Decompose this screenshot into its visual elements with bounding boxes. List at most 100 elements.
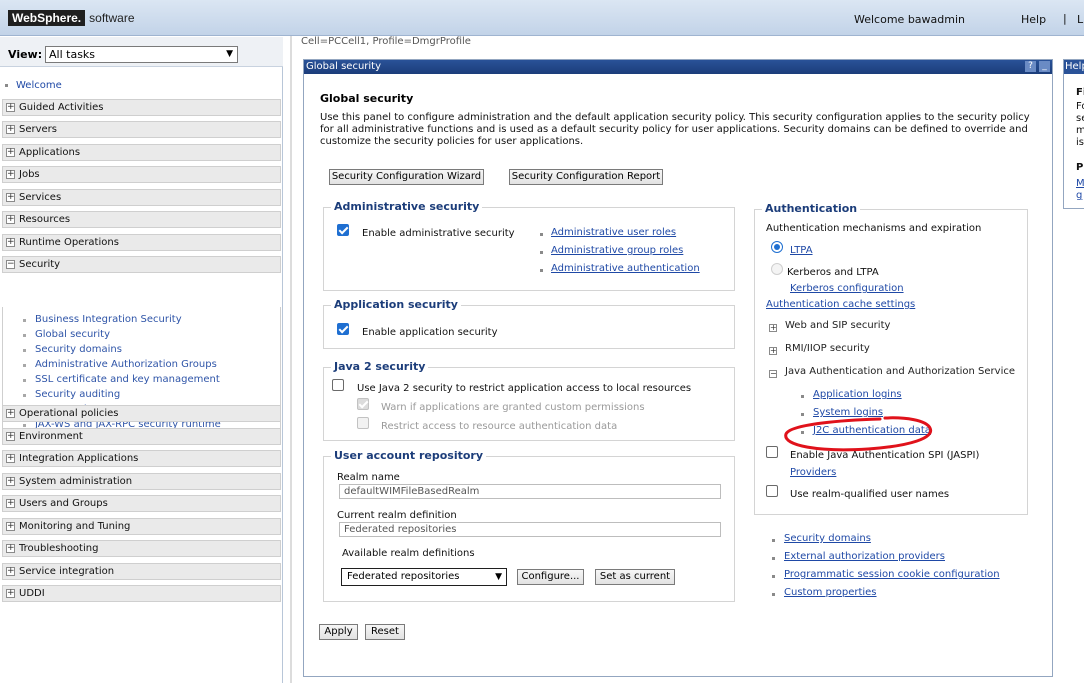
- expand-icon[interactable]: +: [6, 499, 15, 508]
- enable-jaspi-checkbox[interactable]: [766, 446, 778, 458]
- expand-icon[interactable]: +: [6, 215, 15, 224]
- bullet-icon: [772, 557, 775, 560]
- nav-category-runtime-operations[interactable]: + Runtime Operations: [2, 234, 281, 251]
- breadcrumb: Cell=PCCell1, Profile=DmgrProfile: [301, 36, 471, 47]
- custom-properties-link[interactable]: Custom properties: [784, 587, 877, 598]
- java2-security-legend: Java 2 security: [331, 360, 429, 373]
- navigation-tree: View: All tasks ▼ Welcome Business Integ…: [0, 37, 283, 683]
- expand-icon[interactable]: +: [769, 347, 777, 355]
- minimize-icon[interactable]: _: [1039, 61, 1050, 72]
- security-nav-item[interactable]: Global security: [35, 329, 110, 340]
- nav-category-guided-activities[interactable]: + Guided Activities: [2, 99, 281, 116]
- kerberos-configuration-link[interactable]: Kerberos configuration: [790, 283, 904, 294]
- system-logins-link[interactable]: System logins: [813, 407, 883, 418]
- help-panel: Help Fi Fo se m is P M g: [1063, 59, 1084, 209]
- security-nav-item[interactable]: Business Integration Security: [35, 314, 182, 325]
- nav-category-service-integration[interactable]: + Service integration: [2, 563, 281, 580]
- nav-category-servers[interactable]: + Servers: [2, 121, 281, 138]
- expand-icon[interactable]: +: [6, 589, 15, 598]
- expand-icon[interactable]: +: [6, 125, 15, 134]
- security-configuration-wizard-button[interactable]: Security Configuration Wizard: [329, 169, 484, 185]
- kerberos-ltpa-radio[interactable]: [771, 263, 783, 275]
- providers-link[interactable]: Providers: [790, 467, 836, 478]
- expand-icon[interactable]: +: [6, 522, 15, 531]
- available-realm-select[interactable]: Federated repositories ▼: [341, 568, 507, 586]
- chevron-down-icon: ▼: [495, 572, 502, 582]
- j2c-authentication-data-link[interactable]: J2C authentication data: [813, 425, 931, 436]
- nav-category-monitoring-and-tuning[interactable]: + Monitoring and Tuning: [2, 518, 281, 535]
- expand-icon[interactable]: +: [6, 477, 15, 486]
- nav-category-label: Runtime Operations: [19, 237, 119, 248]
- help-link-2[interactable]: g: [1076, 190, 1082, 201]
- nav-category-users-and-groups[interactable]: + Users and Groups: [2, 495, 281, 512]
- nav-category-uddi[interactable]: + UDDI: [2, 585, 281, 602]
- security-configuration-report-button[interactable]: Security Configuration Report: [509, 169, 663, 185]
- enable-app-security-checkbox[interactable]: [337, 323, 349, 335]
- admin-user-roles-link[interactable]: Administrative user roles: [551, 227, 676, 238]
- nav-category-applications[interactable]: + Applications: [2, 144, 281, 161]
- warn-custom-permissions-label: Warn if applications are granted custom …: [381, 402, 645, 413]
- application-logins-link[interactable]: Application logins: [813, 389, 902, 400]
- nav-category-label: Operational policies: [19, 408, 119, 419]
- expand-icon[interactable]: +: [6, 409, 15, 418]
- nav-category-integration-applications[interactable]: + Integration Applications: [2, 450, 281, 467]
- ltpa-radio[interactable]: [771, 241, 783, 253]
- page-title: Global security: [320, 92, 414, 105]
- expand-icon[interactable]: +: [6, 103, 15, 112]
- nav-category-jobs[interactable]: + Jobs: [2, 166, 281, 183]
- security-nav-item[interactable]: Security auditing: [35, 389, 120, 400]
- expand-icon[interactable]: +: [6, 567, 15, 576]
- available-realm-definitions-label: Available realm definitions: [342, 548, 475, 559]
- apply-button[interactable]: Apply: [319, 624, 358, 640]
- java2-security-checkbox[interactable]: [332, 379, 344, 391]
- jaas-item[interactable]: Java Authentication and Authorization Se…: [785, 366, 1015, 377]
- help-body-3: m: [1076, 125, 1084, 136]
- external-authorization-providers-link[interactable]: External authorization providers: [784, 551, 945, 562]
- security-domains-link[interactable]: Security domains: [784, 533, 871, 544]
- help-link[interactable]: Help: [1021, 13, 1046, 26]
- admin-group-roles-link[interactable]: Administrative group roles: [551, 245, 683, 256]
- nav-category-resources[interactable]: + Resources: [2, 211, 281, 228]
- expand-icon[interactable]: +: [6, 544, 15, 553]
- security-nav-item[interactable]: Administrative Authorization Groups: [35, 359, 217, 370]
- rmi-iiop-security-item[interactable]: RMI/IIOP security: [785, 343, 870, 354]
- nav-category-environment[interactable]: + Environment: [2, 428, 281, 445]
- expand-icon[interactable]: +: [6, 454, 15, 463]
- nav-category-system-administration[interactable]: + System administration: [2, 473, 281, 490]
- reset-button[interactable]: Reset: [365, 624, 405, 640]
- view-select[interactable]: All tasks ▼: [45, 46, 238, 63]
- logout-link[interactable]: L: [1077, 13, 1083, 26]
- web-sip-security-item[interactable]: Web and SIP security: [785, 320, 890, 331]
- set-as-current-button[interactable]: Set as current: [595, 569, 675, 585]
- expand-icon[interactable]: +: [6, 170, 15, 179]
- enable-admin-security-checkbox[interactable]: [337, 224, 349, 236]
- nav-category-troubleshooting[interactable]: + Troubleshooting: [2, 540, 281, 557]
- expand-icon[interactable]: +: [769, 324, 777, 332]
- nav-category-label: Integration Applications: [19, 453, 139, 464]
- session-cookie-configuration-link[interactable]: Programmatic session cookie configuratio…: [784, 569, 1000, 580]
- bullet-icon: [772, 575, 775, 578]
- ltpa-link[interactable]: LTPA: [790, 245, 813, 256]
- security-nav-item[interactable]: Security domains: [35, 344, 122, 355]
- nav-category-security[interactable]: − Security: [2, 256, 281, 273]
- security-nav-item[interactable]: SSL certificate and key management: [35, 374, 220, 385]
- admin-authentication-link[interactable]: Administrative authentication: [551, 263, 700, 274]
- help-link-1[interactable]: M: [1076, 178, 1084, 189]
- nav-category-label: Service integration: [19, 566, 115, 577]
- configure-button[interactable]: Configure...: [517, 569, 584, 585]
- nav-category-services[interactable]: + Services: [2, 189, 281, 206]
- expand-icon[interactable]: +: [6, 238, 15, 247]
- auth-cache-settings-link[interactable]: Authentication cache settings: [766, 299, 915, 310]
- collapse-icon[interactable]: −: [769, 370, 777, 378]
- nav-category-operational-policies[interactable]: + Operational policies: [2, 405, 281, 422]
- expand-icon[interactable]: +: [6, 148, 15, 157]
- realm-name-field: defaultWIMFileBasedRealm: [339, 484, 721, 499]
- nav-welcome-link[interactable]: Welcome: [16, 80, 62, 91]
- page-description: Use this panel to configure administrati…: [320, 112, 1030, 147]
- help-question-icon[interactable]: ?: [1025, 61, 1036, 72]
- nav-splitter[interactable]: [290, 36, 292, 683]
- realm-qualified-checkbox[interactable]: [766, 485, 778, 497]
- expand-icon[interactable]: +: [6, 432, 15, 441]
- collapse-icon[interactable]: −: [6, 260, 15, 269]
- expand-icon[interactable]: +: [6, 193, 15, 202]
